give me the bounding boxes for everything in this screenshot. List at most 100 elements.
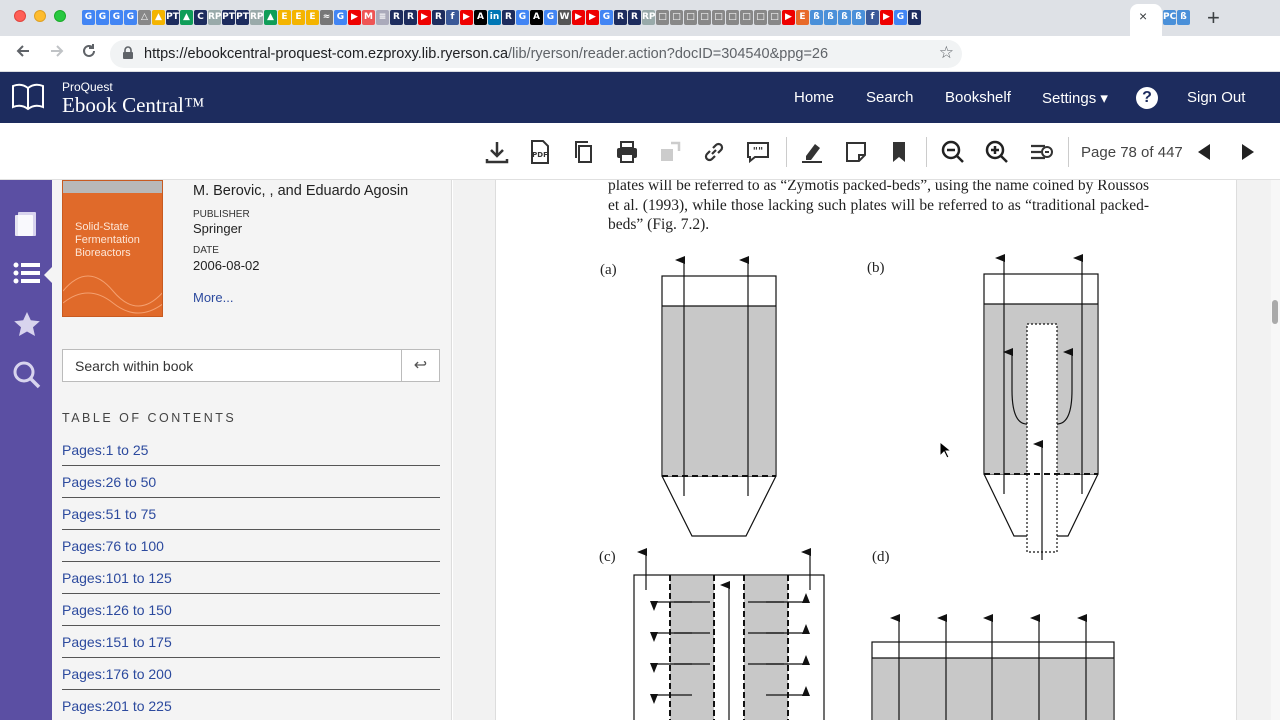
scrollbar-thumb[interactable] [1272, 300, 1278, 324]
sign-out-link[interactable]: Sign Out [1187, 89, 1245, 106]
maximize-window-button[interactable] [54, 10, 66, 22]
tab-favicon[interactable]: in [488, 10, 501, 25]
toc-item[interactable]: Pages:201 to 225 [62, 690, 440, 720]
book-cover[interactable]: Solid-State Fermentation Bioreactors [62, 180, 163, 317]
highlight-icon[interactable] [799, 139, 825, 165]
tab-favicon[interactable]: R [908, 10, 921, 25]
tab-favicon[interactable]: ▶ [782, 10, 795, 25]
page-indicator[interactable]: Page 78 of 447 [1081, 144, 1183, 161]
reload-icon[interactable] [80, 42, 98, 65]
tab-favicon[interactable]: R [404, 10, 417, 25]
tab-favicon[interactable]: G [82, 10, 95, 25]
tab-favicon[interactable]: A [474, 10, 487, 25]
tab-favicon[interactable]: □ [684, 10, 697, 25]
forward-icon[interactable] [48, 42, 66, 65]
tab-favicon[interactable]: E [292, 10, 305, 25]
tab-favicon[interactable]: □ [698, 10, 711, 25]
tab-favicon[interactable]: G [334, 10, 347, 25]
toc-item[interactable]: Pages:126 to 150 [62, 594, 440, 626]
cite-quote-icon[interactable]: "" [745, 139, 771, 165]
nav-search[interactable]: Search [866, 89, 914, 106]
tab-favicon[interactable]: ß [838, 10, 851, 25]
tab-favicon[interactable]: G [894, 10, 907, 25]
more-link[interactable]: More... [193, 290, 233, 305]
toc-item[interactable]: Pages:101 to 125 [62, 562, 440, 594]
tab-favicon[interactable]: △ [138, 10, 151, 25]
tab-favicon[interactable]: W [558, 10, 571, 25]
document-viewer[interactable]: plates will be referred to as “Zymotis p… [453, 180, 1271, 720]
tab-favicon[interactable]: ▶ [418, 10, 431, 25]
tab-favicon[interactable]: G [600, 10, 613, 25]
download-icon[interactable] [484, 139, 510, 165]
tab-favicon[interactable]: □ [712, 10, 725, 25]
tab-favicon[interactable]: ▶ [572, 10, 585, 25]
tab-favicon[interactable]: □ [726, 10, 739, 25]
tab-favicon[interactable]: E [278, 10, 291, 25]
address-bar[interactable]: https://ebookcentral-proquest-com.ezprox… [110, 40, 962, 68]
help-icon[interactable]: ? [1136, 87, 1158, 109]
tab-favicon[interactable]: □ [740, 10, 753, 25]
tab-favicon[interactable]: f [446, 10, 459, 25]
tab-favicon[interactable]: RP [208, 10, 221, 25]
bookmark-star-icon[interactable]: ☆ [939, 43, 954, 63]
close-window-button[interactable] [14, 10, 26, 22]
toc-item[interactable]: Pages:51 to 75 [62, 498, 440, 530]
search-icon[interactable] [12, 360, 42, 390]
tab-favicon[interactable]: ß [1177, 10, 1190, 25]
tab-favicon[interactable]: ▲ [180, 10, 193, 25]
zoom-in-icon[interactable] [984, 139, 1010, 165]
fit-width-icon[interactable] [1028, 139, 1054, 165]
tab-favicon[interactable]: R [502, 10, 515, 25]
tab-favicon[interactable]: ≡ [376, 10, 389, 25]
tab-favicon[interactable]: ▶ [348, 10, 361, 25]
tab-favicon[interactable]: ▶ [586, 10, 599, 25]
next-page-icon[interactable] [1234, 139, 1260, 165]
tab-favicon[interactable]: R [432, 10, 445, 25]
tab-favicon[interactable]: □ [768, 10, 781, 25]
tab-favicon[interactable]: RP [250, 10, 263, 25]
tab-favicon[interactable]: G [110, 10, 123, 25]
tab-favicon[interactable]: □ [754, 10, 767, 25]
search-input[interactable] [63, 350, 401, 381]
toc-item[interactable]: Pages:76 to 100 [62, 530, 440, 562]
minimize-window-button[interactable] [34, 10, 46, 22]
tab-favicon[interactable]: E [796, 10, 809, 25]
tab-favicon[interactable]: ß [824, 10, 837, 25]
tab-favicon[interactable]: E [306, 10, 319, 25]
tab-favicon[interactable]: ▶ [880, 10, 893, 25]
search-submit-button[interactable]: ↩ [401, 350, 439, 381]
tab-favicon[interactable]: PT [222, 10, 235, 25]
table-of-contents-icon[interactable] [12, 258, 50, 288]
tab-favicon[interactable]: ▲ [152, 10, 165, 25]
tab-favicon[interactable]: f [866, 10, 879, 25]
link-icon[interactable] [701, 139, 727, 165]
toc-item[interactable]: Pages:26 to 50 [62, 466, 440, 498]
tab-favicon[interactable]: ≈ [320, 10, 333, 25]
toc-item[interactable]: Pages:176 to 200 [62, 658, 440, 690]
tab-favicon[interactable]: ▶ [460, 10, 473, 25]
tab-favicon[interactable]: ß [852, 10, 865, 25]
print-icon[interactable] [614, 139, 640, 165]
copy-icon[interactable] [571, 139, 597, 165]
tab-favicon[interactable]: PT [236, 10, 249, 25]
toc-item[interactable]: Pages:1 to 25 [62, 434, 440, 466]
tab-favicon[interactable]: M [362, 10, 375, 25]
tab-favicon[interactable]: A [530, 10, 543, 25]
tab-favicon[interactable]: □ [670, 10, 683, 25]
note-icon[interactable] [843, 139, 869, 165]
tab-favicon[interactable]: PT [166, 10, 179, 25]
tab-favicon[interactable]: ▲ [264, 10, 277, 25]
tab-close-icon[interactable]: × [1139, 8, 1147, 24]
tab-favicon[interactable]: G [544, 10, 557, 25]
tab-favicon[interactable]: RP [642, 10, 655, 25]
tab-favicon[interactable]: R [390, 10, 403, 25]
brand-ebook-central[interactable]: Ebook Central™ [62, 93, 204, 118]
tab-favicon[interactable]: ß [810, 10, 823, 25]
tab-favicon[interactable]: C [194, 10, 207, 25]
tab-favicon[interactable]: G [516, 10, 529, 25]
tab-favicon[interactable]: G [96, 10, 109, 25]
back-icon[interactable] [14, 42, 32, 65]
book-details-icon[interactable] [12, 208, 42, 238]
zoom-out-icon[interactable] [940, 139, 966, 165]
tab-favicon[interactable]: G [124, 10, 137, 25]
